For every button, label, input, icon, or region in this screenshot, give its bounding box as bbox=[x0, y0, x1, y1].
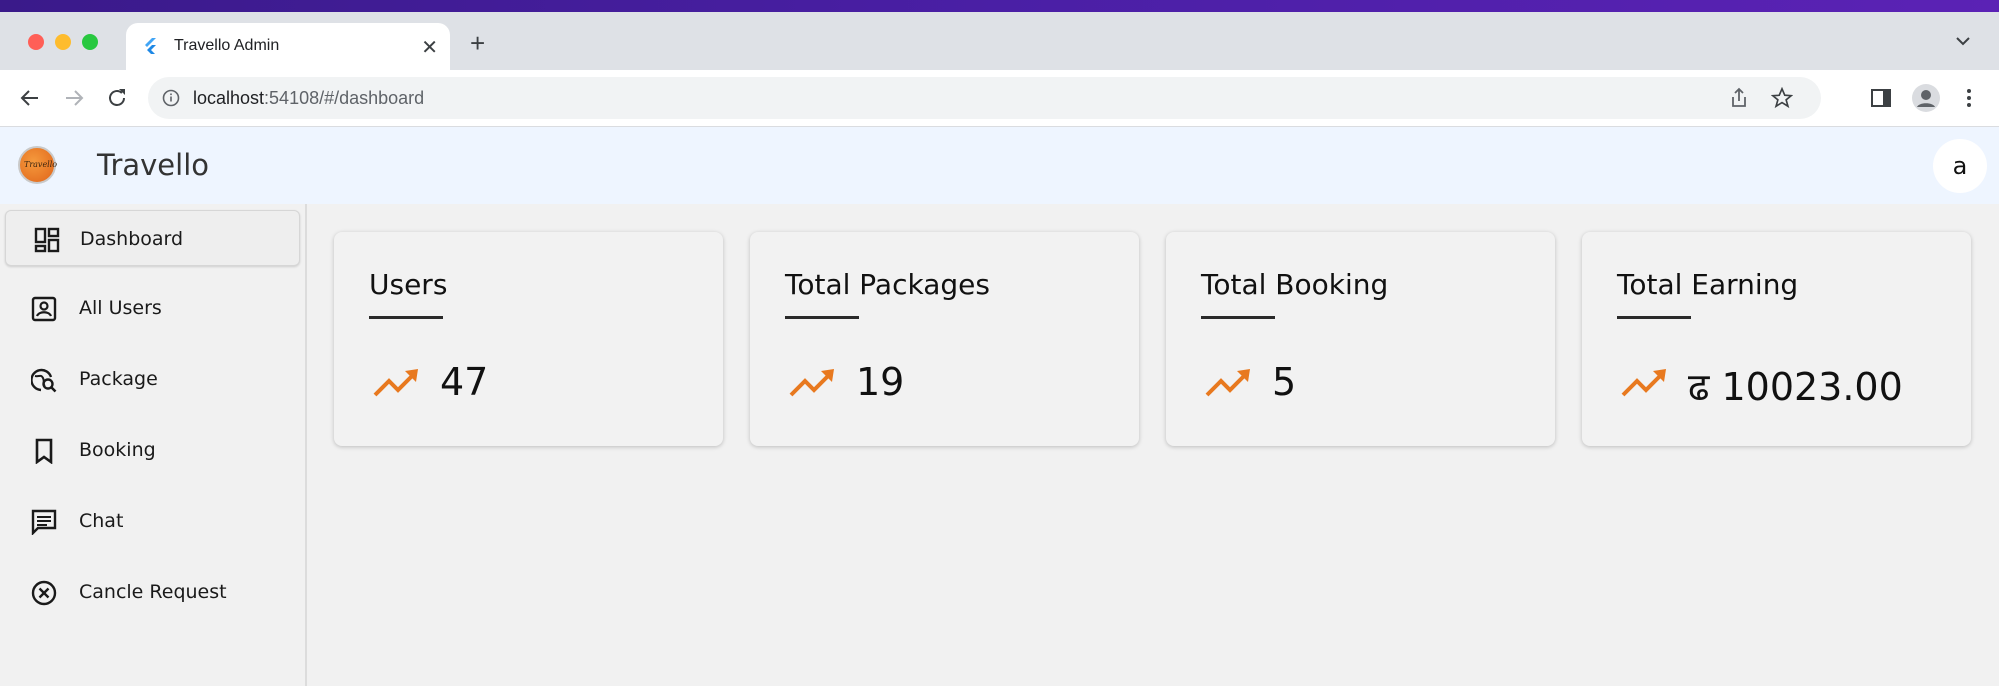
stat-card-total-earning[interactable]: Total Earning ढ 10023.00 bbox=[1582, 232, 1971, 446]
card-underline bbox=[369, 316, 443, 319]
card-title: Users bbox=[369, 268, 448, 301]
close-window-button[interactable] bbox=[28, 34, 44, 50]
sidebar-item-booking[interactable]: Booking bbox=[5, 422, 300, 478]
sidebar-item-dashboard[interactable]: Dashboard bbox=[5, 210, 300, 266]
trending-up-icon bbox=[373, 369, 418, 397]
share-icon[interactable] bbox=[1729, 87, 1749, 109]
sidebar-item-label: Booking bbox=[79, 439, 156, 461]
chevron-down-icon[interactable] bbox=[1955, 36, 1971, 46]
stat-card-users[interactable]: Users 47 bbox=[334, 232, 723, 446]
card-value: 47 bbox=[440, 360, 489, 404]
sidebar-item-label: Chat bbox=[79, 510, 124, 532]
card-value: 5 bbox=[1272, 360, 1297, 404]
minimize-window-button[interactable] bbox=[55, 34, 71, 50]
profile-icon[interactable] bbox=[1911, 83, 1941, 113]
back-icon[interactable] bbox=[18, 86, 42, 110]
sidebar-item-package[interactable]: Package bbox=[5, 351, 300, 407]
avatar[interactable]: a bbox=[1933, 139, 1987, 193]
new-tab-icon[interactable]: + bbox=[470, 30, 485, 56]
user-card-icon bbox=[31, 296, 57, 322]
close-tab-icon[interactable]: ✕ bbox=[421, 35, 438, 60]
travello-logo: Travello bbox=[18, 146, 57, 184]
sidebar-item-label: Package bbox=[79, 368, 158, 390]
reload-icon[interactable] bbox=[105, 86, 129, 110]
sidebar-item-label: All Users bbox=[79, 297, 162, 319]
browser-tab-bar: Travello Admin ✕ + bbox=[0, 12, 1999, 70]
cancel-circle-icon bbox=[31, 580, 57, 606]
trending-up-icon bbox=[789, 369, 834, 397]
info-icon[interactable] bbox=[162, 89, 180, 107]
flutter-icon bbox=[145, 38, 156, 54]
trending-up-icon bbox=[1205, 369, 1250, 397]
dashboard-icon bbox=[34, 227, 60, 253]
stat-card-total-packages[interactable]: Total Packages 19 bbox=[750, 232, 1139, 446]
stat-card-total-booking[interactable]: Total Booking 5 bbox=[1166, 232, 1555, 446]
tab-title: Travello Admin bbox=[174, 37, 280, 54]
brand-title: Travello bbox=[97, 148, 210, 182]
chat-icon bbox=[31, 509, 57, 535]
sidebar-item-cancel-request[interactable]: Cancle Request bbox=[5, 564, 300, 620]
sidebar-item-label: Dashboard bbox=[80, 228, 184, 250]
more-vert-icon[interactable] bbox=[1957, 86, 1981, 110]
card-underline bbox=[1617, 316, 1691, 319]
trending-up-icon bbox=[1621, 369, 1666, 397]
card-value: 19 bbox=[856, 360, 905, 404]
sidebar-item-all-users[interactable]: All Users bbox=[5, 280, 300, 336]
card-underline bbox=[785, 316, 859, 319]
sidebar: Dashboard All Users Package Booking Chat… bbox=[0, 204, 307, 686]
browser-toolbar: localhost:54108/#/dashboard bbox=[0, 70, 1999, 127]
forward-icon[interactable] bbox=[62, 86, 86, 110]
address-bar[interactable]: localhost:54108/#/dashboard bbox=[148, 77, 1821, 119]
card-title: Total Packages bbox=[785, 268, 990, 301]
travel-explore-icon bbox=[31, 368, 57, 393]
card-title: Total Earning bbox=[1617, 268, 1799, 301]
card-value: ढ 10023.00 bbox=[1688, 365, 1903, 409]
side-panel-icon[interactable] bbox=[1869, 86, 1893, 110]
bookmark-star-icon[interactable] bbox=[1771, 87, 1793, 109]
app-header: Travello Travello a bbox=[0, 127, 1999, 204]
browser-tab[interactable]: Travello Admin ✕ bbox=[126, 23, 450, 70]
desktop-background bbox=[0, 0, 1999, 12]
sidebar-item-label: Cancle Request bbox=[79, 581, 227, 603]
bookmark-icon bbox=[35, 438, 53, 464]
card-title: Total Booking bbox=[1201, 268, 1389, 301]
maximize-window-button[interactable] bbox=[82, 34, 98, 50]
card-underline bbox=[1201, 316, 1275, 319]
url-text[interactable]: localhost:54108/#/dashboard bbox=[193, 88, 424, 109]
sidebar-item-chat[interactable]: Chat bbox=[5, 493, 300, 549]
